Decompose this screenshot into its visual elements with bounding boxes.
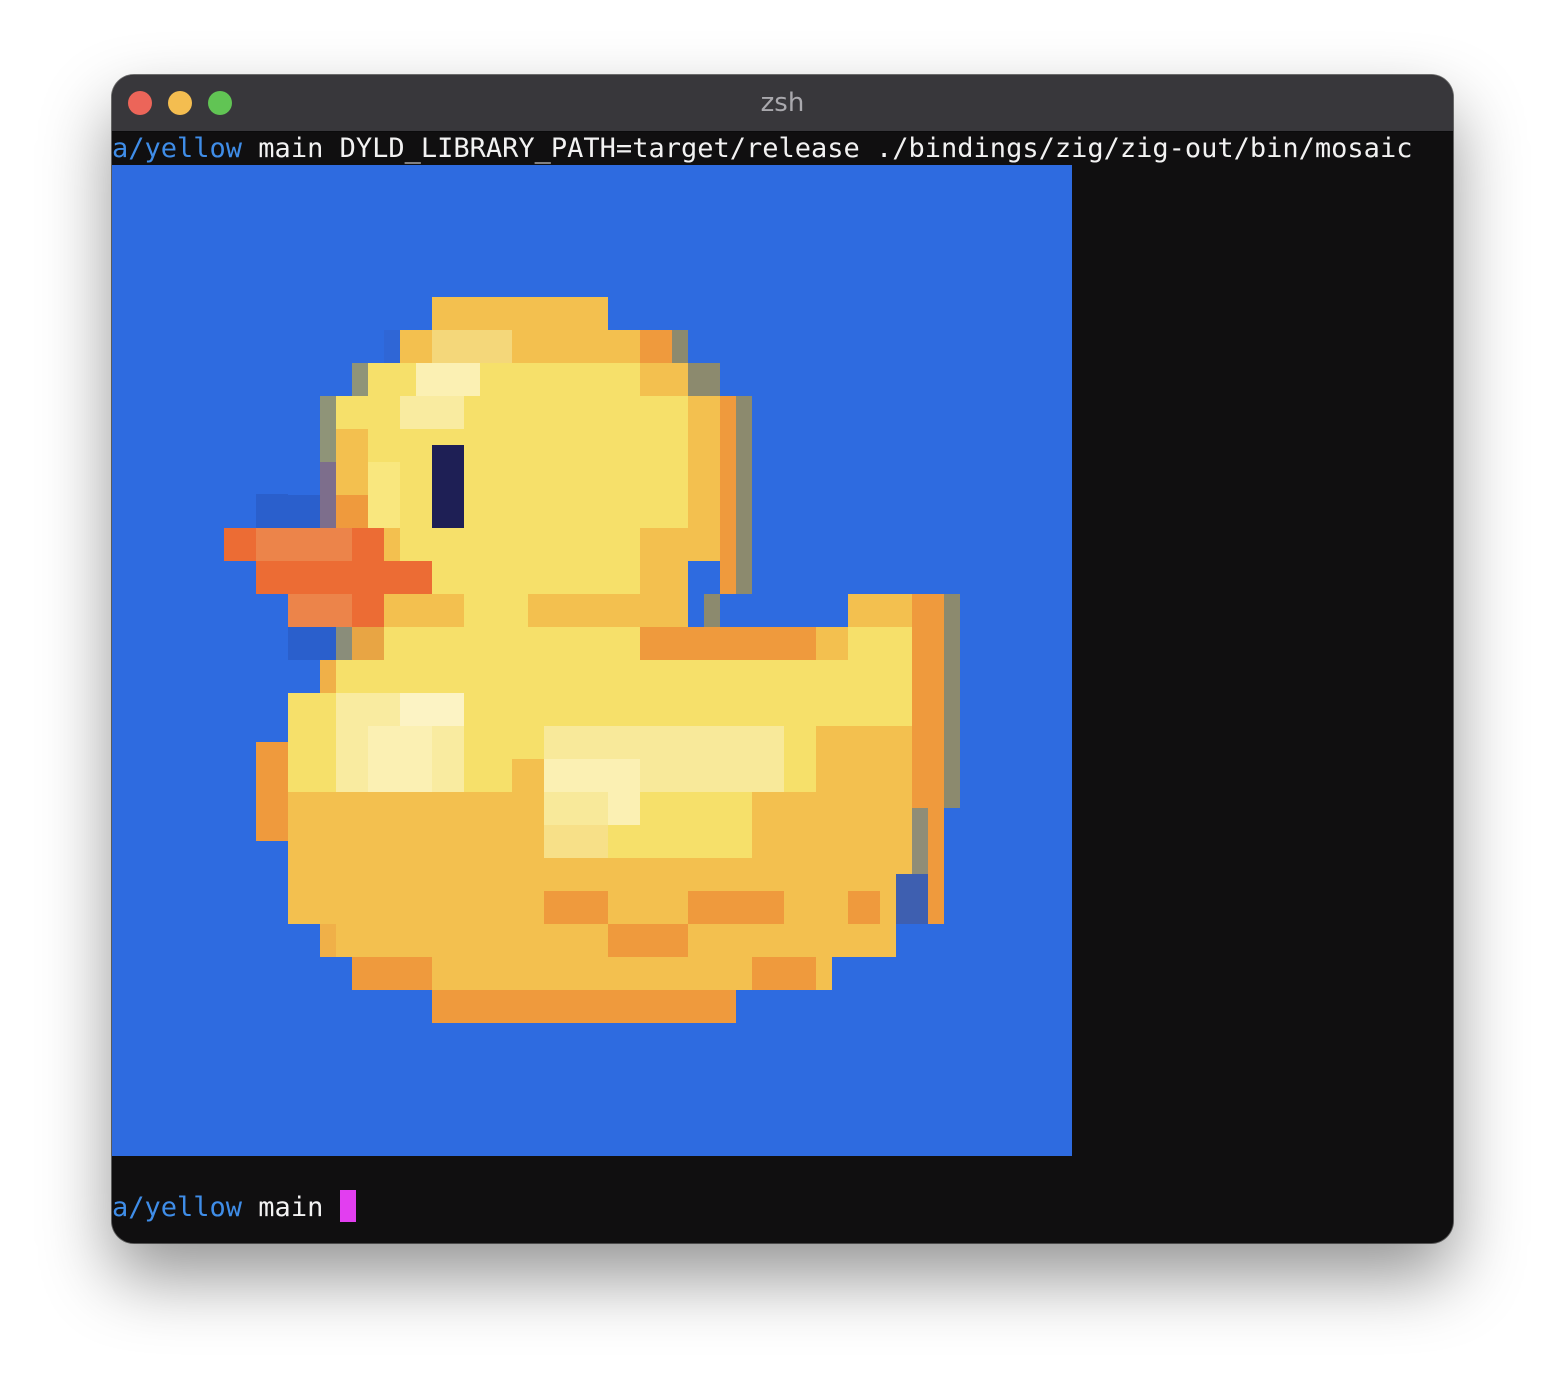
prompt-line: a/yellow main [112, 1190, 356, 1225]
command-text: DYLD_LIBRARY_PATH=target/release ./bindi… [339, 133, 1413, 164]
mosaic-image-output [112, 165, 1072, 1156]
command-line: a/yellow main DYLD_LIBRARY_PATH=target/r… [112, 132, 1412, 166]
prompt-directory: a/yellow [112, 1192, 243, 1223]
title-bar[interactable]: zsh [112, 75, 1453, 132]
prompt-branch: main [242, 133, 340, 164]
prompt-branch: main [242, 1192, 340, 1223]
terminal-content[interactable]: a/yellow main DYLD_LIBRARY_PATH=target/r… [112, 132, 1453, 1243]
terminal-window: zsh a/yellow main DYLD_LIBRARY_PATH=targ… [112, 75, 1453, 1243]
prompt-directory: a/yellow [112, 133, 243, 164]
rubber-duck-icon [112, 165, 1072, 1156]
window-title: zsh [760, 88, 805, 118]
text-cursor[interactable] [339, 1190, 356, 1222]
